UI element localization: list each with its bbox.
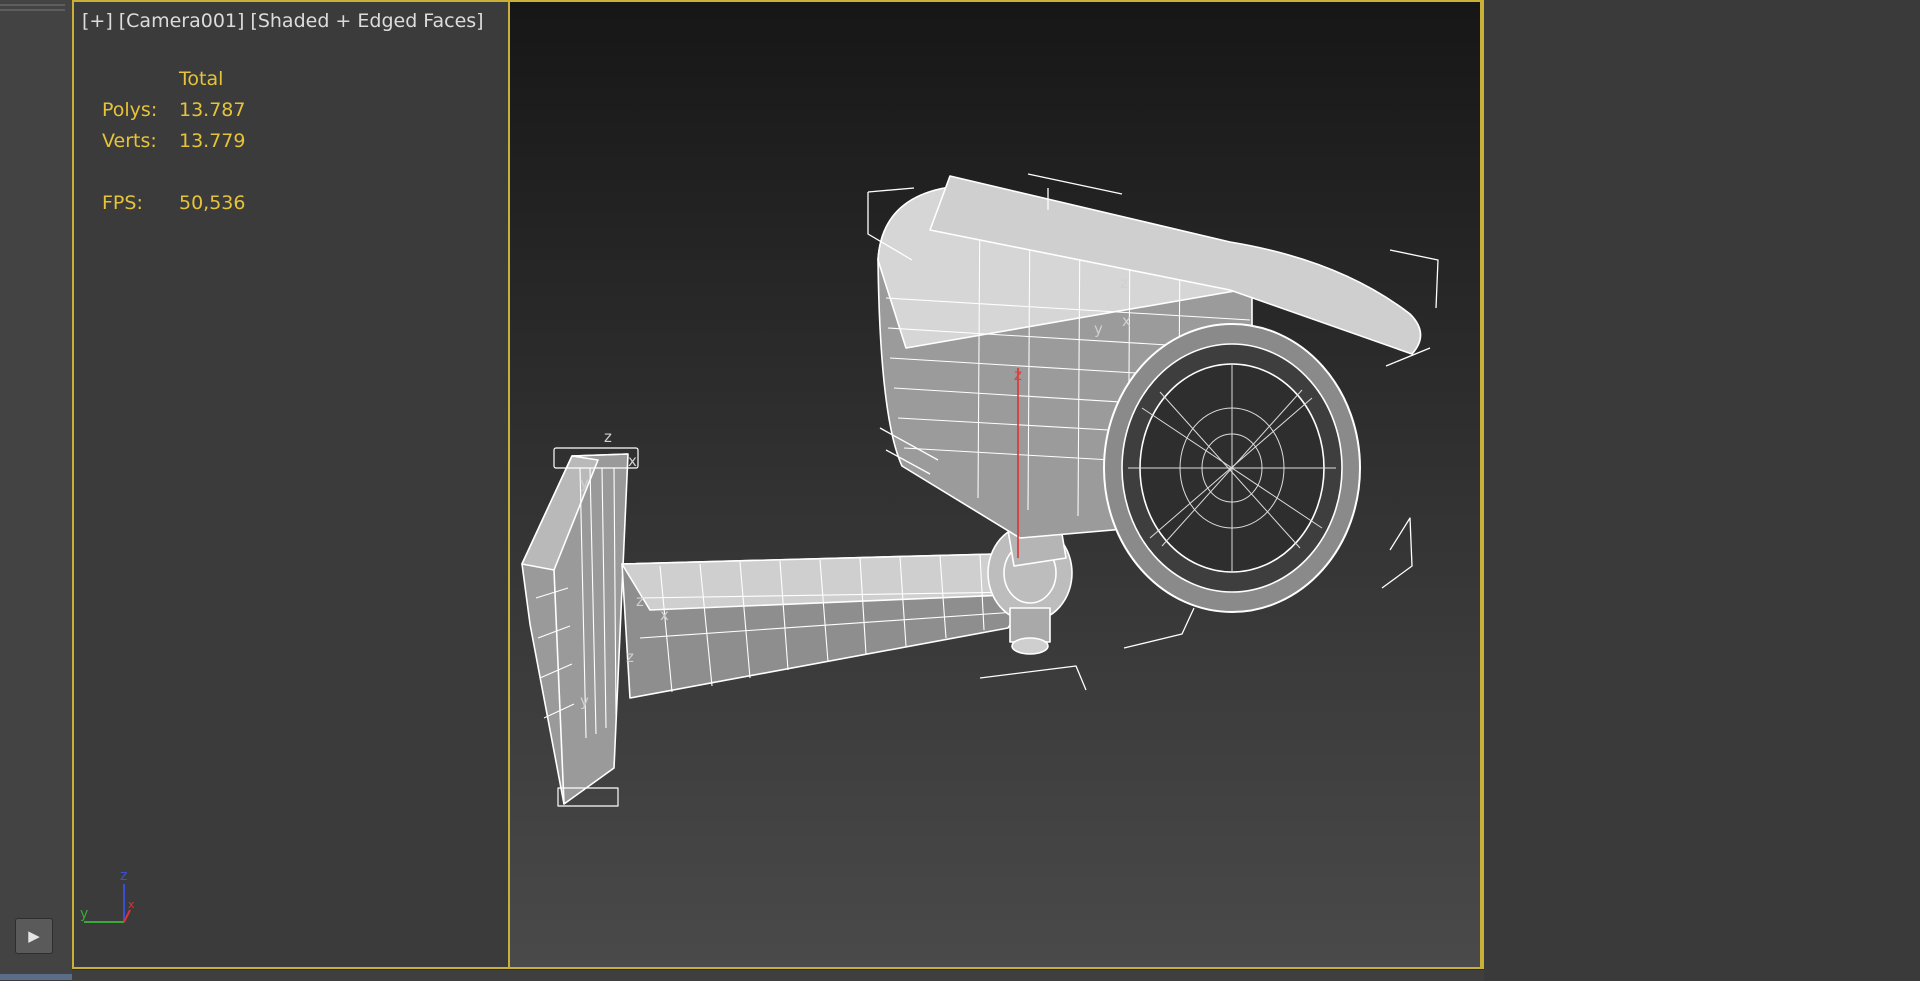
right-empty-panel xyxy=(1484,0,1920,980)
strip-bottom-tab[interactable] xyxy=(0,974,72,980)
left-tool-strip: ▶ xyxy=(0,0,73,980)
axis-label-z: z xyxy=(1014,366,1022,384)
axis-label-z: z xyxy=(636,592,644,610)
verts-label: Verts: xyxy=(102,130,157,152)
viewport-camera-menu[interactable]: [Camera001] xyxy=(119,10,245,32)
axis-label-x: x xyxy=(628,452,637,470)
camera-viewport[interactable]: z x y z x y z x y y z z [+] [Camera001] … xyxy=(72,0,1484,969)
bottom-timeline-bar[interactable] xyxy=(72,969,1484,981)
axis-label-z: z xyxy=(1120,274,1128,292)
viewport-shading-menu[interactable]: [Shaded + Edged Faces] xyxy=(250,10,483,32)
axis-label-z: z xyxy=(626,648,634,666)
polys-label: Polys: xyxy=(102,99,158,121)
stats-header: Total xyxy=(179,68,224,90)
polys-value: 13.787 xyxy=(179,99,246,121)
axis-gizmo-icon: z y x xyxy=(80,868,135,923)
fps-label: FPS: xyxy=(102,192,143,214)
fps-value: 50,536 xyxy=(179,192,246,214)
verts-value: 13.779 xyxy=(179,130,246,152)
axis-label-x: x xyxy=(1122,312,1131,330)
strip-divider xyxy=(0,4,65,6)
surveillance-camera-model[interactable]: z x y z x y z x y y z z xyxy=(510,0,1480,969)
axis-label-y: y xyxy=(580,474,589,492)
play-icon: ▶ xyxy=(28,927,40,945)
gizmo-z-label: z xyxy=(120,868,127,884)
viewport-plus-menu[interactable]: [+] xyxy=(82,10,113,32)
viewport-label-menu[interactable]: [+] [Camera001] [Shaded + Edged Faces] xyxy=(82,10,484,32)
axis-label-x: x xyxy=(660,606,669,624)
axis-label-y: y xyxy=(580,692,589,710)
axis-label-z: z xyxy=(604,428,612,446)
play-button[interactable]: ▶ xyxy=(15,918,53,954)
strip-divider xyxy=(0,9,65,11)
safe-frame: z x y z x y z x y y z z xyxy=(508,0,1482,969)
axis-label-y: y xyxy=(848,556,857,574)
gizmo-x-label: x xyxy=(128,898,135,911)
gizmo-y-label: y xyxy=(80,906,88,922)
axis-label-y: y xyxy=(1094,320,1103,338)
